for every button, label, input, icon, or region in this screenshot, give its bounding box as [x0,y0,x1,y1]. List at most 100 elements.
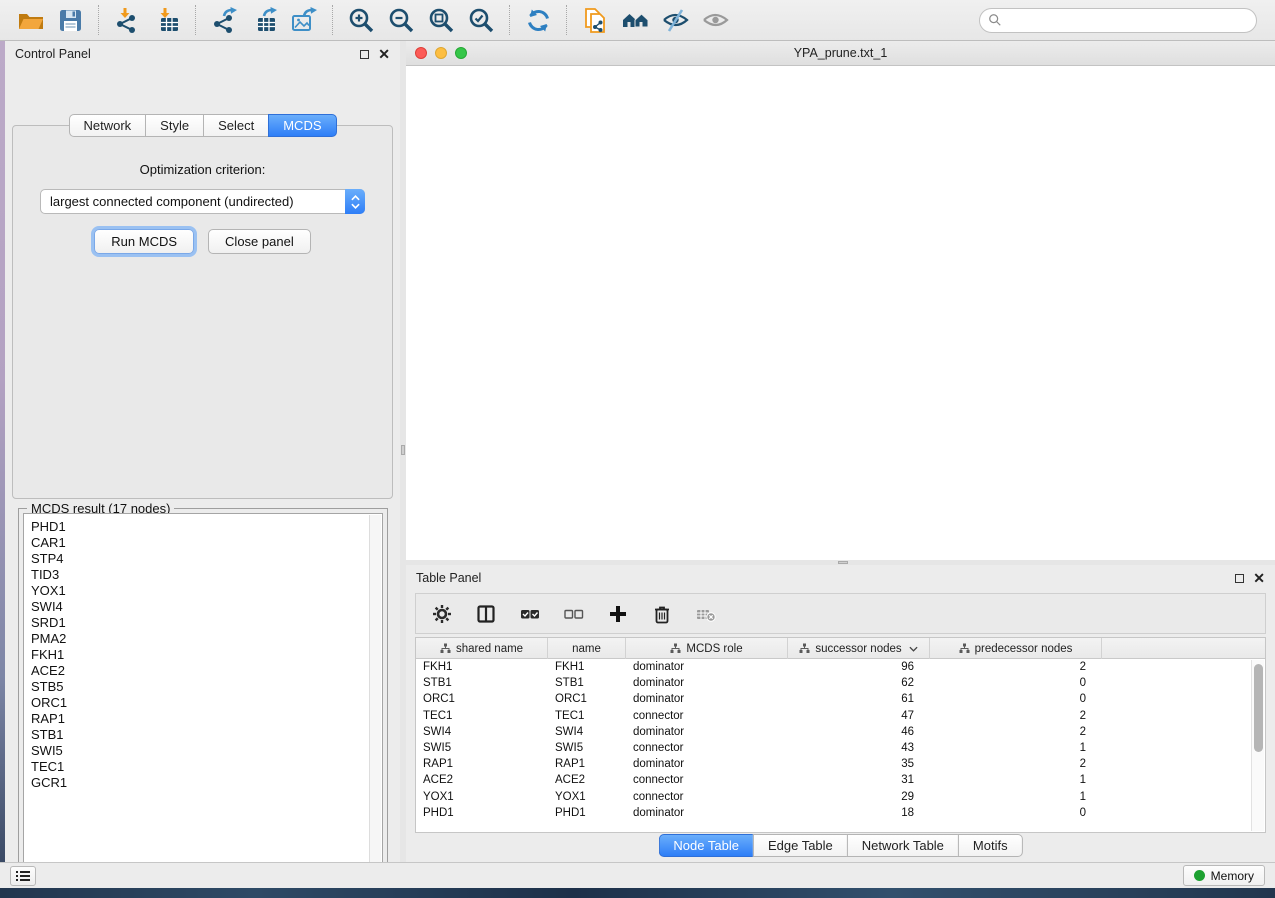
float-table-panel-icon[interactable] [1235,574,1244,583]
plus-icon[interactable] [608,604,628,624]
search-input[interactable] [1002,10,1256,30]
tab-node-table[interactable]: Node Table [658,834,753,857]
result-list-item[interactable]: SWI4 [31,599,382,615]
list-icon [16,870,30,882]
dropdown-stepper-icon [345,189,365,214]
refresh-icon[interactable] [521,4,555,36]
result-list-item[interactable]: GCR1 [31,775,382,791]
zoom-in-icon[interactable] [344,4,378,36]
table-toolbar [415,593,1266,634]
toolbar-separator [98,5,99,35]
import-table-icon[interactable] [150,4,184,36]
table-row[interactable]: YOX1YOX1connector291 [416,789,1265,805]
result-list-item[interactable]: SRD1 [31,615,382,631]
result-list-item[interactable]: CAR1 [31,535,382,551]
hide-selected-icon[interactable] [658,4,692,36]
column-header-MCDS-role[interactable]: MCDS role [626,638,788,659]
network-graph-canvas[interactable] [406,66,1275,560]
result-list-item[interactable]: YOX1 [31,583,382,599]
close-table-panel-icon[interactable]: ✕ [1253,573,1265,583]
result-list-item[interactable]: PMA2 [31,631,382,647]
duplicate-network-icon[interactable] [578,4,612,36]
zoom-fit-icon[interactable] [424,4,458,36]
main-toolbar [0,0,1275,41]
column-header-predecessor-nodes[interactable]: predecessor nodes [930,638,1102,659]
table-scrollbar-thumb[interactable] [1254,664,1263,752]
result-list-item[interactable]: ORC1 [31,695,382,711]
table-tabs: Node TableEdge TableNetwork TableMotifs [658,834,1022,857]
table-scrollbar[interactable] [1251,660,1264,831]
table-row[interactable]: ORC1ORC1dominator610 [416,691,1265,707]
tab-select[interactable]: Select [203,114,268,137]
close-panel-icon[interactable]: ✕ [378,49,390,59]
gear-icon[interactable] [432,604,452,624]
table-row[interactable]: RAP1RAP1dominator352 [416,756,1265,772]
result-list-item[interactable]: STP4 [31,551,382,567]
result-list-item[interactable]: PHD1 [31,519,382,535]
mcds-result-group: MCDS result (17 nodes) PHD1CAR1STP4TID3Y… [18,508,388,879]
float-panel-icon[interactable] [360,50,369,59]
column-header-successor-nodes[interactable]: successor nodes [788,638,930,659]
memory-button-label: Memory [1211,869,1254,883]
table-row[interactable]: SWI5SWI5connector431 [416,740,1265,756]
result-list-item[interactable]: TID3 [31,567,382,583]
save-icon[interactable] [53,4,87,36]
table-panel-title: Table Panel [416,571,481,585]
delete-table-icon[interactable] [696,604,716,624]
close-panel-button[interactable]: Close panel [208,229,311,254]
import-network-icon[interactable] [110,4,144,36]
zoom-out-icon[interactable] [384,4,418,36]
result-list-item[interactable]: TEC1 [31,759,382,775]
result-list-item[interactable]: FKH1 [31,647,382,663]
memory-button[interactable]: Memory [1183,865,1265,886]
run-mcds-button[interactable]: Run MCDS [94,229,194,254]
node-table[interactable]: shared namenameMCDS rolesuccessor nodesp… [415,637,1266,833]
mcds-tab-content: Optimization criterion: largest connecte… [12,125,393,499]
checked-pair-icon[interactable] [520,604,540,624]
export-network-icon[interactable] [207,4,241,36]
column-header-name[interactable]: name [548,638,626,659]
mcds-result-list[interactable]: PHD1CAR1STP4TID3YOX1SWI4SRD1PMA2FKH1ACE2… [23,513,383,874]
result-list-item[interactable]: RAP1 [31,711,382,727]
table-row[interactable]: ACE2ACE2connector311 [416,772,1265,788]
table-panel: Table Panel ✕ shared namenameMCDS rolesu… [406,565,1275,862]
trash-icon[interactable] [652,604,672,624]
show-all-icon[interactable] [698,4,732,36]
open-folder-icon[interactable] [13,4,47,36]
result-list-item[interactable]: ACE2 [31,663,382,679]
unchecked-pair-icon[interactable] [564,604,584,624]
tab-mcds[interactable]: MCDS [268,114,336,137]
column-header-shared-name[interactable]: shared name [416,638,548,659]
toolbar-separator [195,5,196,35]
toolbar-separator [566,5,567,35]
control-panel-title: Control Panel [15,47,91,61]
status-bar: Memory [0,862,1275,888]
result-list-scrollbar[interactable] [369,515,381,872]
memory-status-icon [1194,870,1205,881]
toolbar-separator [509,5,510,35]
show-panel-list-button[interactable] [10,866,36,886]
search-icon [988,13,1002,27]
criterion-dropdown[interactable]: largest connected component (undirected) [40,189,365,214]
columns-icon[interactable] [476,604,496,624]
zoom-selected-icon[interactable] [464,4,498,36]
table-row[interactable]: SWI4SWI4dominator462 [416,724,1265,740]
tab-edge-table[interactable]: Edge Table [753,834,847,857]
table-row[interactable]: FKH1FKH1dominator962 [416,659,1265,675]
first-neighbors-icon[interactable] [618,4,652,36]
tab-style[interactable]: Style [145,114,203,137]
tab-motifs[interactable]: Motifs [958,834,1023,857]
criterion-dropdown-value: largest connected component (undirected) [41,194,345,209]
tab-network-table[interactable]: Network Table [847,834,958,857]
export-image-icon[interactable] [287,4,321,36]
result-list-item[interactable]: STB1 [31,727,382,743]
export-table-icon[interactable] [247,4,281,36]
table-row[interactable]: PHD1PHD1dominator180 [416,805,1265,821]
table-row[interactable]: STB1STB1dominator620 [416,675,1265,691]
search-box[interactable] [979,8,1257,33]
result-list-item[interactable]: STB5 [31,679,382,695]
table-row[interactable]: TEC1TEC1connector472 [416,708,1265,724]
optimization-criterion-label: Optimization criterion: [13,162,392,177]
result-list-item[interactable]: SWI5 [31,743,382,759]
tab-network[interactable]: Network [68,114,145,137]
